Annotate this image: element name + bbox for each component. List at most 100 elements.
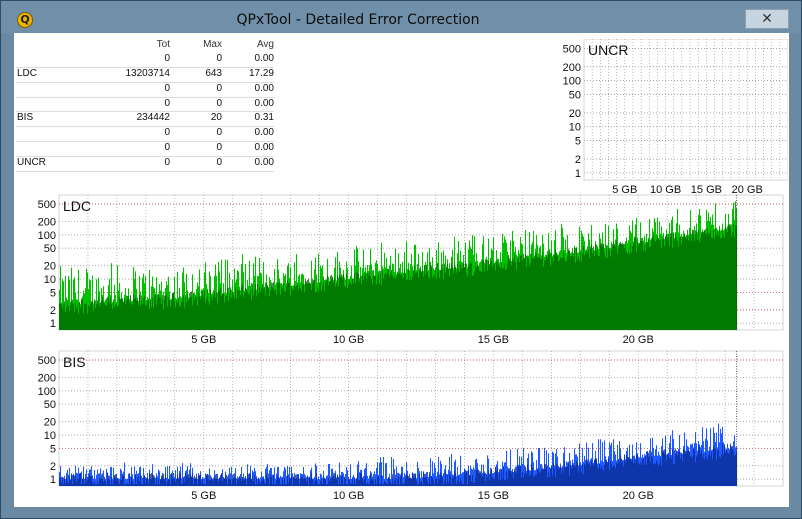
avg-bar xyxy=(69,476,71,486)
avg-bar xyxy=(586,249,588,330)
data-bar xyxy=(205,473,207,486)
avg-bar xyxy=(615,246,617,330)
avg-bar xyxy=(420,266,422,330)
avg-bar xyxy=(493,478,495,486)
avg-bar xyxy=(301,290,303,330)
avg-bar xyxy=(132,481,134,486)
avg-bar xyxy=(316,292,318,330)
avg-bar xyxy=(363,481,365,486)
avg-bar xyxy=(552,257,554,330)
avg-bar xyxy=(628,251,630,330)
avg-bar xyxy=(440,271,442,330)
avg-bar xyxy=(246,288,248,330)
max-header: Max xyxy=(203,39,222,50)
avg-bar xyxy=(224,302,226,330)
avg-bar xyxy=(572,248,574,330)
avg-bar xyxy=(532,258,534,330)
avg-bar xyxy=(197,484,199,486)
avg-bar xyxy=(422,484,424,486)
avg-bar xyxy=(104,303,106,330)
avg-bar xyxy=(259,286,261,330)
avg-bar xyxy=(608,247,610,330)
avg-bar xyxy=(556,463,558,486)
avg-bar xyxy=(213,295,215,330)
avg-bar xyxy=(96,304,98,330)
data-bar xyxy=(265,468,267,486)
avg-bar xyxy=(331,274,333,330)
avg-bar xyxy=(488,470,490,486)
avg-bar xyxy=(724,238,726,330)
avg-bar xyxy=(460,478,462,486)
avg-bar xyxy=(606,459,608,486)
close-button[interactable]: ✕ xyxy=(745,9,789,29)
ldc-chart: 12 51020 50100200 500 5 GB 10 GB 15 GB 20 GB LDC xyxy=(38,194,784,346)
avg-bar xyxy=(678,246,680,330)
avg-bar xyxy=(118,481,120,486)
avg-bar xyxy=(272,484,274,486)
row-tot: 13203714 xyxy=(125,67,171,79)
avg-bar xyxy=(595,457,597,486)
avg-bar xyxy=(325,282,327,330)
avg-bar xyxy=(124,484,126,486)
avg-bar xyxy=(533,476,535,486)
avg-bar xyxy=(726,449,728,486)
avg-bar xyxy=(723,454,725,486)
avg-bar xyxy=(441,267,443,330)
avg-bar xyxy=(602,245,604,330)
avg-bar xyxy=(389,473,391,486)
avg-bar xyxy=(74,311,76,330)
avg-bar xyxy=(106,484,108,486)
avg-bar xyxy=(411,280,413,330)
avg-bar xyxy=(271,282,273,330)
avg-bar xyxy=(414,265,416,330)
avg-bar xyxy=(664,245,666,330)
avg-bar xyxy=(730,224,732,330)
stats-table: Tot Max Avg 0 0 0.00 LDC 13203714 643 17… xyxy=(16,39,274,173)
avg-bar xyxy=(640,462,642,486)
avg-bar xyxy=(412,276,414,330)
avg-bar xyxy=(503,267,505,330)
row-avg: 0.31 xyxy=(254,112,274,124)
avg-bar xyxy=(88,473,90,486)
avg-bar xyxy=(190,474,192,486)
avg-bar xyxy=(81,300,83,330)
avg-bar xyxy=(565,261,567,330)
avg-bar xyxy=(584,255,586,330)
avg-bar xyxy=(293,289,295,330)
title-bar[interactable]: Q QPxTool - Detailed Error Correction ✕ xyxy=(1,1,801,33)
avg-bar xyxy=(429,472,431,486)
avg-bar xyxy=(347,484,349,486)
avg-bar xyxy=(158,293,160,330)
avg-bar xyxy=(563,251,565,330)
avg-bar xyxy=(398,274,400,330)
avg-bar xyxy=(369,482,371,486)
avg-bar xyxy=(626,252,628,330)
avg-bar xyxy=(266,283,268,330)
avg-bar xyxy=(261,287,263,330)
avg-bar xyxy=(423,472,425,486)
avg-bar xyxy=(501,262,503,330)
data-bar xyxy=(350,464,352,486)
avg-bar xyxy=(143,478,145,486)
avg-bar xyxy=(128,484,130,486)
row-max: 0 xyxy=(216,157,222,169)
avg-bar xyxy=(225,475,227,486)
avg-bar xyxy=(518,467,520,486)
avg-bar xyxy=(73,304,75,330)
avg-bar xyxy=(675,448,677,486)
avg-bar xyxy=(285,291,287,330)
avg-bar xyxy=(521,477,523,486)
avg-bar xyxy=(473,274,475,330)
avg-bar xyxy=(685,450,687,486)
avg-bar xyxy=(150,300,152,330)
avg-bar xyxy=(67,481,69,486)
avg-bar xyxy=(363,280,365,330)
x-tick-label: 20 GB xyxy=(623,490,654,502)
avg-bar xyxy=(228,300,230,330)
data-bar xyxy=(134,466,136,486)
avg-bar xyxy=(609,469,611,486)
avg-bar xyxy=(83,313,85,330)
data-bar xyxy=(467,470,469,486)
avg-bar xyxy=(541,463,543,486)
avg-bar xyxy=(711,237,713,330)
